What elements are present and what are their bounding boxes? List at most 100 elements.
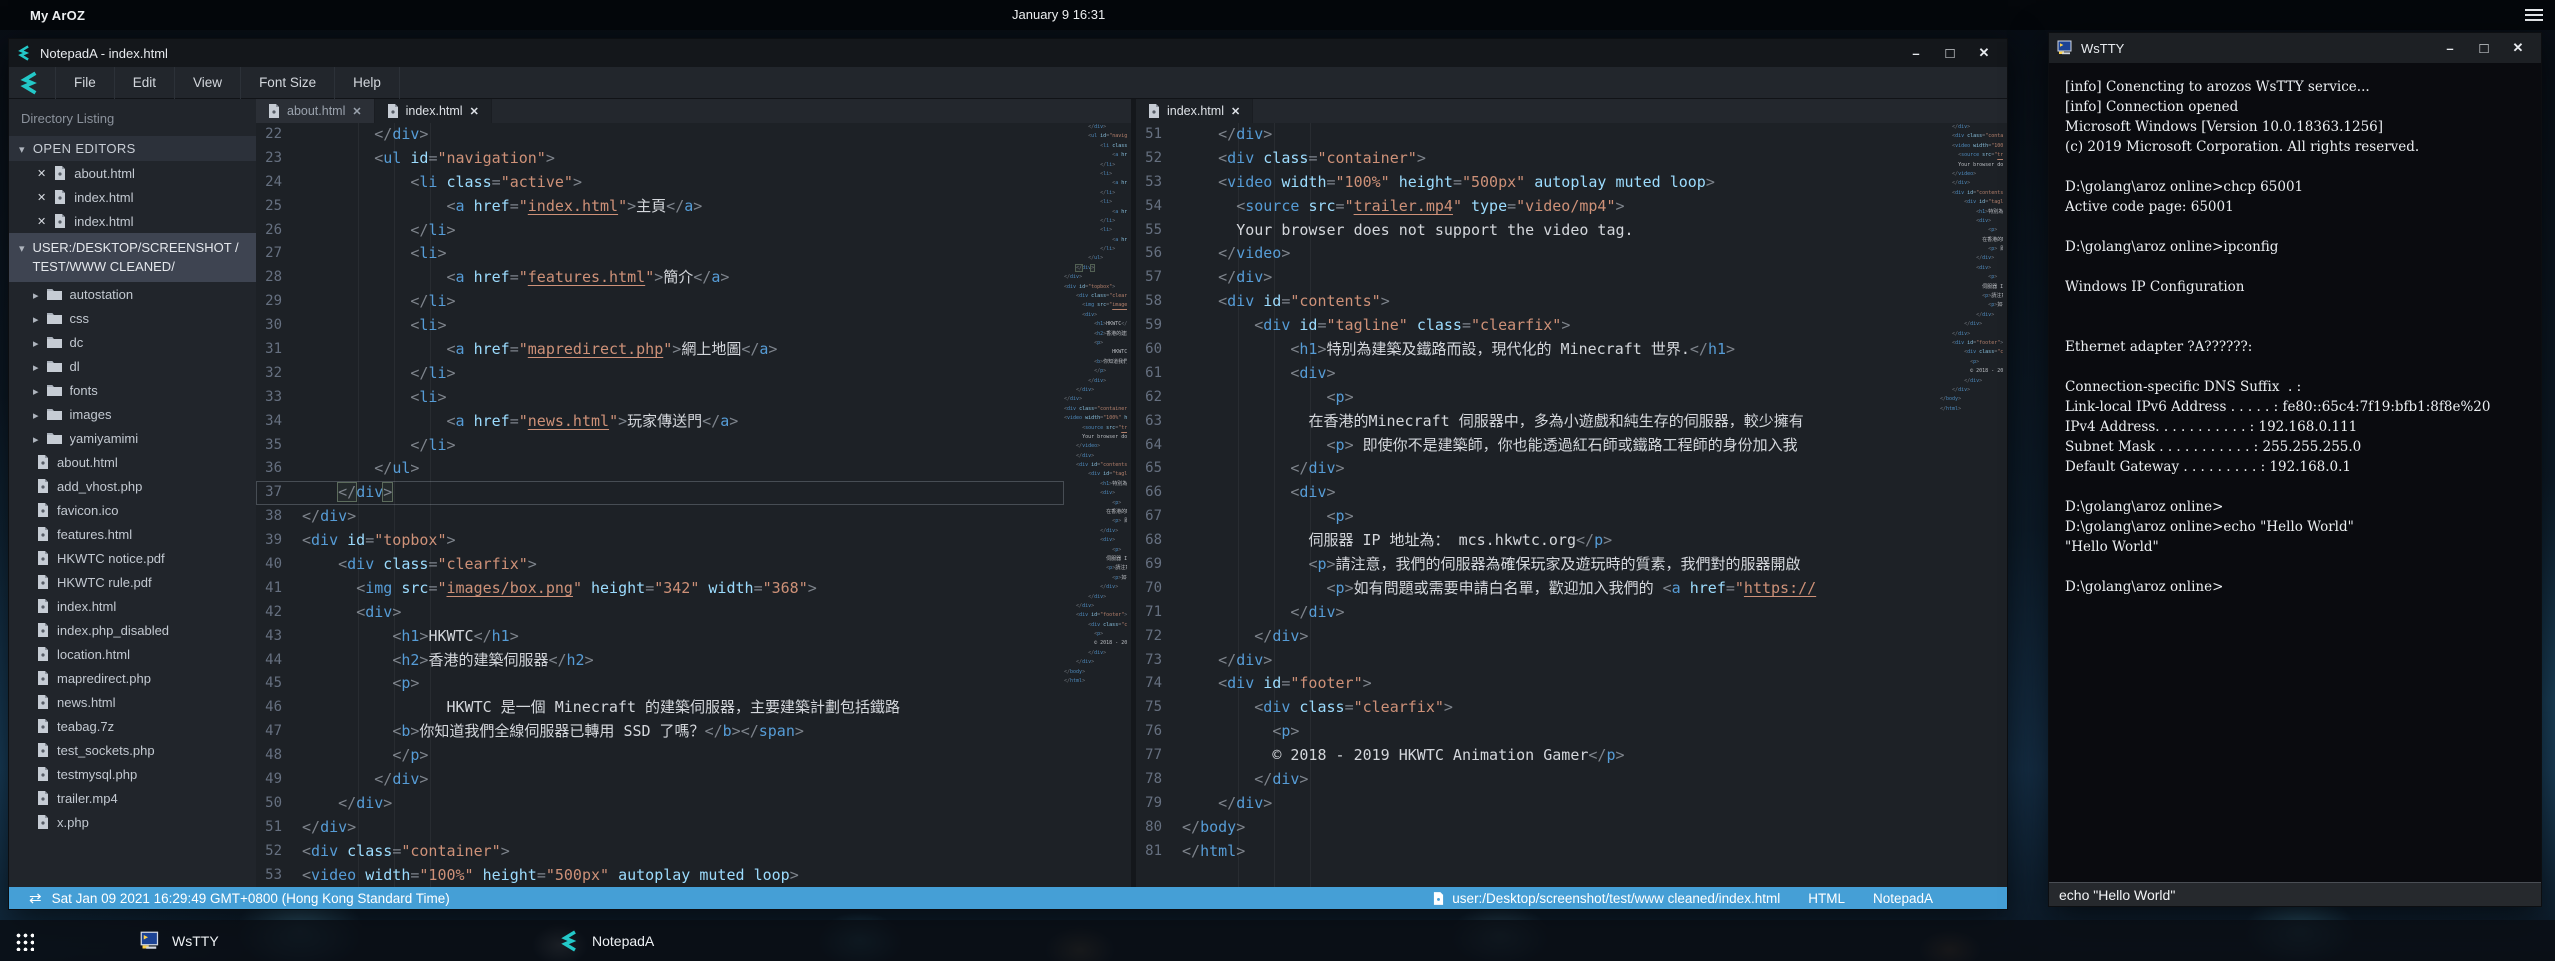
code-line[interactable]: 39<div id="topbox"> [256,529,1064,553]
code-line[interactable]: 26 </li> [256,219,1064,243]
sidebar-file[interactable]: features.html [9,522,256,546]
workspace-root[interactable]: USER:/DESKTOP/SCREENSHOT /TEST/WWW CLEAN… [9,233,256,282]
close-button[interactable] [1969,42,1999,64]
sidebar-folder[interactable]: fonts [9,378,256,402]
code-line[interactable]: 52<div class="container"> [256,840,1064,864]
menu-item[interactable]: View [175,67,241,99]
statusbar-filetype[interactable]: HTML [1808,891,1845,906]
open-editor-item[interactable]: ✕ index.html [9,185,256,209]
code-line[interactable]: 55 Your browser does not support the vid… [1136,219,1940,243]
code-line[interactable]: 37 </div> [256,481,1064,505]
code-line[interactable]: 64 <p> 即使你不是建築師，你也能透過紅石師或鐵路工程師的身份加入我 [1136,434,1940,458]
code-line[interactable]: 77 © 2018 - 2019 HKWTC Animation Gamer</… [1136,744,1940,768]
editor-tab[interactable]: index.html ✕ [1136,99,1253,123]
code-area-left[interactable]: 22 </div> 23 <ul id="navigation"> 24 <li… [256,123,1064,887]
code-line[interactable]: 41 <img src="images/box.png" height="342… [256,577,1064,601]
sidebar-folder[interactable]: autostation [9,282,256,306]
wstty-titlebar[interactable]: WsTTY [2049,33,2541,63]
code-line[interactable]: 48 </p> [256,744,1064,768]
code-line[interactable]: 33 <li> [256,386,1064,410]
code-line[interactable]: 70 <p>如有問題或需要申請白名單，歡迎加入我們的 <a href="http… [1136,577,1940,601]
code-line[interactable]: 59 <div id="tagline" class="clearfix"> [1136,314,1940,338]
code-line[interactable]: 61 <div> [1136,362,1940,386]
code-line[interactable]: 46 HKWTC 是一個 Minecraft 的建築伺服器，主要建築計劃包括鐵路 [256,696,1064,720]
menu-item[interactable]: Font Size [241,67,335,99]
system-menu-title[interactable]: My ArOZ [30,8,85,23]
sidebar-file[interactable]: news.html [9,690,256,714]
open-editors-section[interactable]: OPEN EDITORS [9,136,256,161]
chevron-right-icon[interactable] [33,311,39,326]
code-line[interactable]: 67 <p> [1136,505,1940,529]
code-line[interactable]: 25 <a href="index.html">主頁</a> [256,195,1064,219]
sidebar-file[interactable]: trailer.mp4 [9,786,256,810]
code-line[interactable]: 68 伺服器 IP 地址為： mcs.hkwtc.org</p> [1136,529,1940,553]
open-editor-item[interactable]: ✕ index.html [9,209,256,233]
menu-item[interactable]: Help [335,67,400,99]
code-line[interactable]: 35 </li> [256,434,1064,458]
code-line[interactable]: 63 在香港的Minecraft 伺服器中，多為小遊戲和純生存的伺服器，較少擁有 [1136,410,1940,434]
menu-item[interactable]: File [55,67,115,99]
tab-close-icon[interactable]: ✕ [1231,105,1240,118]
minimap-left[interactable]: </div> <ul id="navigation"> <li class="a… [1064,123,1127,887]
code-line[interactable]: 80</body> [1136,816,1940,840]
code-line[interactable]: 56 </video> [1136,242,1940,266]
code-line[interactable]: 73 </div> [1136,649,1940,673]
sidebar-file[interactable]: index.php_disabled [9,618,256,642]
code-area-right[interactable]: 51 </div> 52 <div class="container"> 53 … [1136,123,1940,887]
open-editor-item[interactable]: ✕ about.html [9,161,256,185]
minimize-button[interactable] [1901,42,1931,64]
code-line[interactable]: 30 <li> [256,314,1064,338]
sidebar-file[interactable]: HKWTC notice.pdf [9,546,256,570]
terminal-output[interactable]: [info] Conencting to arozos WsTTY servic… [2049,63,2541,882]
code-line[interactable]: 62 <p> [1136,386,1940,410]
chevron-right-icon[interactable] [33,383,39,398]
chevron-down-icon[interactable] [19,141,25,156]
code-line[interactable]: 23 <ul id="navigation"> [256,147,1064,171]
terminal-input[interactable]: echo "Hello World" [2049,882,2541,906]
code-line[interactable]: 29 </li> [256,290,1064,314]
sidebar-folder[interactable]: dl [9,354,256,378]
sidebar-file[interactable]: HKWTC rule.pdf [9,570,256,594]
minimap-right[interactable]: </div> <div class="container"> <video wi… [1940,123,2003,887]
code-line[interactable]: 51 </div> [1136,123,1940,147]
code-line[interactable]: 28 <a href="features.html">簡介</a> [256,266,1064,290]
chevron-right-icon[interactable] [33,431,39,446]
maximize-button[interactable] [1935,42,1965,64]
code-line[interactable]: 74 <div id="footer"> [1136,672,1940,696]
tab-close-icon[interactable]: ✕ [352,105,361,118]
close-icon[interactable]: ✕ [37,215,46,228]
code-line[interactable]: 76 <p> [1136,720,1940,744]
sidebar-file[interactable]: favicon.ico [9,498,256,522]
chevron-right-icon[interactable] [33,287,39,302]
code-line[interactable]: 27 <li> [256,242,1064,266]
code-line[interactable]: 24 <li class="active"> [256,171,1064,195]
sidebar-folder[interactable]: dc [9,330,256,354]
swap-arrows-icon[interactable]: ⇄ [29,889,42,907]
app-grid-icon[interactable] [14,931,34,951]
sidebar-file[interactable]: mapredirect.php [9,666,256,690]
sidebar-file[interactable]: teabag.7z [9,714,256,738]
close-button[interactable] [2503,37,2533,59]
code-line[interactable]: 42 <div> [256,601,1064,625]
editor-tab[interactable]: about.html ✕ [256,99,375,123]
sidebar-folder[interactable]: yamiyamimi [9,426,256,450]
sidebar-file[interactable]: x.php [9,810,256,834]
minimize-button[interactable] [2435,37,2465,59]
code-line[interactable]: 34 <a href="news.html">玩家傳送門</a> [256,410,1064,434]
code-line[interactable]: 58 <div id="contents"> [1136,290,1940,314]
code-line[interactable]: 44 <h2>香港的建築伺服器</h2> [256,649,1064,673]
chevron-down-icon[interactable] [19,238,25,276]
tab-close-icon[interactable]: ✕ [470,105,479,118]
code-line[interactable]: 81</html> [1136,840,1940,864]
code-line[interactable]: 54 <source src="trailer.mp4" type="video… [1136,195,1940,219]
chevron-right-icon[interactable] [33,359,39,374]
code-line[interactable]: 79 </div> [1136,792,1940,816]
sidebar-file[interactable]: testmysql.php [9,762,256,786]
code-line[interactable]: 78 </div> [1136,768,1940,792]
hamburger-menu-icon[interactable] [2525,9,2543,21]
code-line[interactable]: 60 <h1>特別為建築及鐵路而設，現代化的 Minecraft 世界.</h1… [1136,338,1940,362]
menu-item[interactable]: Edit [115,67,175,99]
chevron-right-icon[interactable] [33,335,39,350]
sidebar-folder[interactable]: css [9,306,256,330]
code-line[interactable]: 72 </div> [1136,625,1940,649]
